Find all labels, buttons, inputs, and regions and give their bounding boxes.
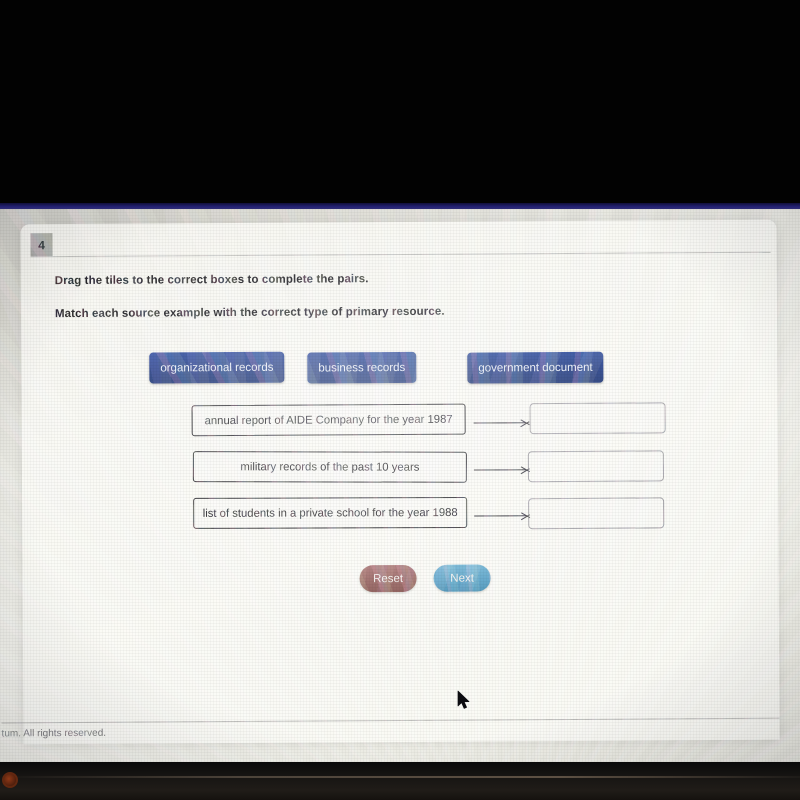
source-example-box: military records of the past 10 years [192, 451, 467, 483]
monitor-bottom-bezel [0, 762, 800, 800]
drop-target-box[interactable] [528, 497, 665, 530]
task-text: Match each source example with the corre… [54, 305, 445, 321]
draggable-tile-business-records[interactable]: business records [307, 351, 417, 384]
action-bar: Reset Next [23, 563, 779, 600]
monitor-photo: 4 Drag the tiles to the correct boxes to… [0, 0, 800, 800]
reset-button[interactable]: Reset [359, 564, 417, 593]
arrow-right-icon [473, 417, 536, 429]
arrow-right-icon [474, 510, 536, 522]
next-button[interactable]: Next [433, 564, 491, 592]
tile-tray: organizational records business records … [21, 348, 777, 387]
power-led-icon [2, 772, 18, 788]
footer-divider [1, 717, 780, 724]
drop-target-box[interactable] [527, 450, 665, 483]
copyright-text: tum. All rights reserved. [1, 727, 107, 740]
screen-area: 4 Drag the tiles to the correct boxes to… [0, 209, 800, 762]
question-number-badge: 4 [30, 233, 53, 257]
question-card: 4 Drag the tiles to the correct boxes to… [1, 219, 780, 745]
match-row: list of students in a private school for… [22, 495, 778, 534]
source-example-box: list of students in a private school for… [193, 496, 468, 529]
drop-target-box[interactable] [529, 402, 666, 435]
arrow-right-icon [473, 464, 536, 476]
source-example-box: annual report of AIDE Company for the ye… [191, 403, 466, 437]
match-row: military records of the past 10 years [22, 449, 778, 488]
header-divider [30, 251, 771, 258]
draggable-tile-organizational-records[interactable]: organizational records [149, 351, 285, 384]
mouse-cursor-icon [457, 690, 470, 709]
monitor-top-bezel [0, 0, 800, 205]
instruction-text: Drag the tiles to the correct boxes to c… [54, 273, 369, 288]
draggable-tile-government-document[interactable]: government document [467, 351, 604, 384]
match-rows: annual report of AIDE Company for the ye… [22, 402, 778, 530]
match-row: annual report of AIDE Company for the ye… [22, 402, 778, 441]
